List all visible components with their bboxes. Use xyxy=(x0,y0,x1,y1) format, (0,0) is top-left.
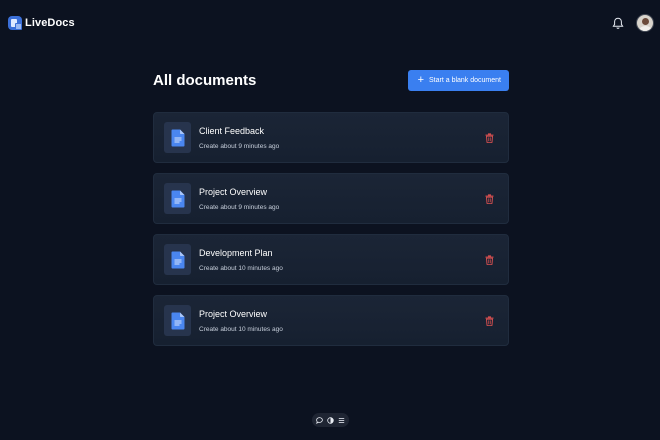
document-info: Development Plan Create about 10 minutes… xyxy=(199,248,484,272)
top-right-actions xyxy=(611,14,654,32)
document-card[interactable]: Client Feedback Create about 9 minutes a… xyxy=(153,112,509,163)
top-bar: LiveDocs xyxy=(0,0,660,46)
document-created-time: Create about 10 minutes ago xyxy=(199,264,283,272)
document-icon xyxy=(164,183,191,214)
document-title: Project Overview xyxy=(199,308,268,319)
document-card[interactable]: Project Overview Create about 9 minutes … xyxy=(153,173,509,224)
livedocs-logo-icon xyxy=(8,16,22,30)
document-icon xyxy=(164,122,191,153)
document-title: Development Plan xyxy=(199,247,273,258)
avatar[interactable] xyxy=(636,14,654,32)
document-info: Project Overview Create about 10 minutes… xyxy=(199,309,484,333)
theme-toggle-icon[interactable] xyxy=(327,416,334,424)
plus-icon: + xyxy=(417,74,424,86)
document-icon xyxy=(164,305,191,336)
app-logo[interactable]: LiveDocs xyxy=(8,16,75,30)
document-icon xyxy=(164,244,191,275)
documents-header: All documents + Start a blank document xyxy=(153,70,509,91)
document-card[interactable]: Development Plan Create about 10 minutes… xyxy=(153,234,509,285)
main-content: All documents + Start a blank document C… xyxy=(153,70,509,346)
document-created-time: Create about 10 minutes ago xyxy=(199,325,283,333)
menu-icon[interactable] xyxy=(338,417,345,424)
app-name: LiveDocs xyxy=(25,17,75,29)
bell-icon[interactable] xyxy=(611,16,625,30)
trash-icon[interactable] xyxy=(484,315,494,326)
document-list: Client Feedback Create about 9 minutes a… xyxy=(153,112,509,346)
comment-icon[interactable] xyxy=(316,416,323,424)
document-info: Client Feedback Create about 9 minutes a… xyxy=(199,126,484,150)
document-info: Project Overview Create about 9 minutes … xyxy=(199,187,484,211)
document-created-time: Create about 9 minutes ago xyxy=(199,203,280,211)
page-title: All documents xyxy=(153,72,257,89)
start-blank-document-label: Start a blank document xyxy=(429,77,501,84)
bottom-toolbar xyxy=(312,413,349,427)
trash-icon[interactable] xyxy=(484,132,494,143)
trash-icon[interactable] xyxy=(484,254,494,265)
document-card[interactable]: Project Overview Create about 10 minutes… xyxy=(153,295,509,346)
document-title: Project Overview xyxy=(199,186,268,197)
trash-icon[interactable] xyxy=(484,193,494,204)
document-title: Client Feedback xyxy=(199,125,265,136)
document-created-time: Create about 9 minutes ago xyxy=(199,142,280,150)
start-blank-document-button[interactable]: + Start a blank document xyxy=(407,70,509,91)
